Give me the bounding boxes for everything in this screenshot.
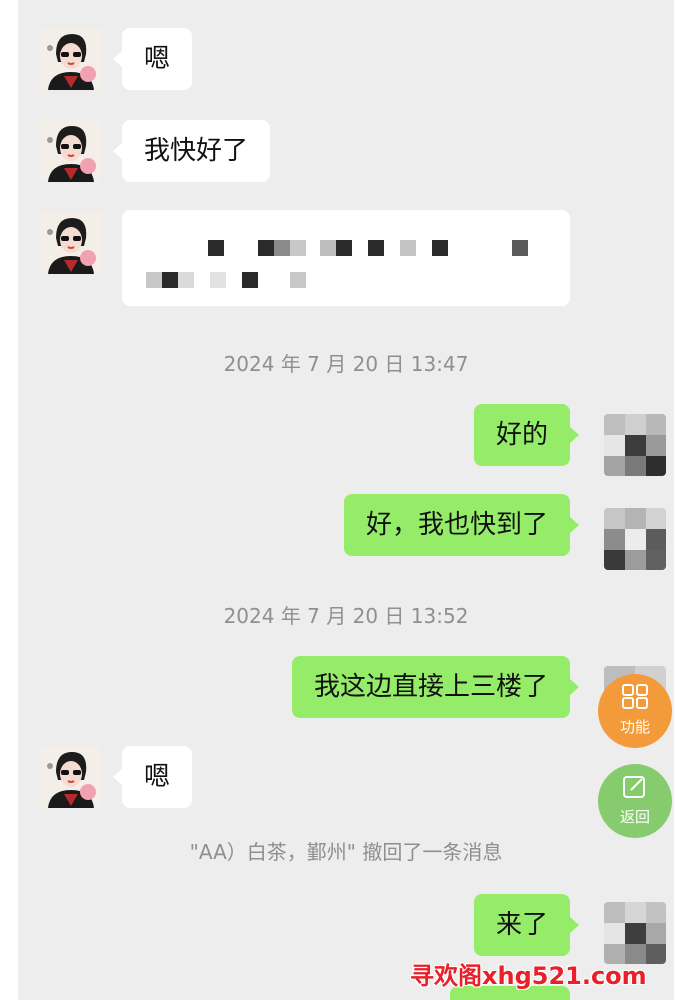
redacted-message-bubble[interactable] (122, 210, 570, 306)
outgoing-message-bubble[interactable]: 好，我也快到了 (343, 494, 580, 556)
outgoing-message-bubble[interactable]: 来了 (473, 894, 580, 956)
avatar-image (40, 212, 102, 274)
chat-area: 嗯 我快好了 2024 年 7 月 20 日 13:47 好的 好，我也快到了 … (18, 0, 674, 1000)
mosaic-redaction (146, 240, 528, 288)
watermark: 寻欢阁xhg521.com (410, 962, 647, 990)
timestamp: 2024 年 7 月 20 日 13:52 (223, 604, 469, 628)
back-button[interactable]: 返回 (598, 764, 672, 838)
self-avatar[interactable] (604, 508, 666, 570)
back-label: 返回 (619, 808, 650, 826)
grid-icon (622, 684, 648, 709)
edit-square-icon (623, 776, 645, 798)
contact-avatar[interactable] (40, 28, 102, 90)
incoming-message-bubble[interactable]: 嗯 (112, 28, 193, 90)
message-text: 来了 (495, 910, 548, 940)
message-text: 嗯 (144, 44, 171, 74)
message-text: 我快好了 (144, 136, 249, 166)
message-text: 嗯 (144, 762, 171, 792)
timestamp: 2024 年 7 月 20 日 13:47 (223, 352, 469, 376)
outgoing-message-bubble[interactable]: 我这边直接上三楼了 (291, 656, 580, 718)
recall-notice: "AA）白茶，鄞州" 撤回了一条消息 (189, 840, 503, 864)
mosaic-avatar-image (604, 902, 666, 964)
message-text: 好，我也快到了 (365, 510, 548, 540)
avatar-image (40, 120, 102, 182)
avatar-image (40, 28, 102, 90)
mosaic-avatar-image (604, 508, 666, 570)
self-avatar[interactable] (604, 902, 666, 964)
outgoing-message-bubble[interactable]: 好的 (473, 404, 580, 466)
incoming-message-bubble[interactable]: 嗯 (112, 746, 193, 808)
incoming-message-bubble[interactable]: 我快好了 (112, 120, 271, 182)
avatar-image (40, 746, 102, 808)
mosaic-avatar-image (604, 414, 666, 476)
function-label: 功能 (619, 718, 650, 736)
message-text: 好的 (495, 420, 548, 450)
self-avatar[interactable] (604, 414, 666, 476)
message-text: 我这边直接上三楼了 (313, 672, 548, 702)
contact-avatar[interactable] (40, 212, 102, 274)
contact-avatar[interactable] (40, 120, 102, 182)
contact-avatar[interactable] (40, 746, 102, 808)
function-button[interactable]: 功能 (598, 674, 672, 748)
